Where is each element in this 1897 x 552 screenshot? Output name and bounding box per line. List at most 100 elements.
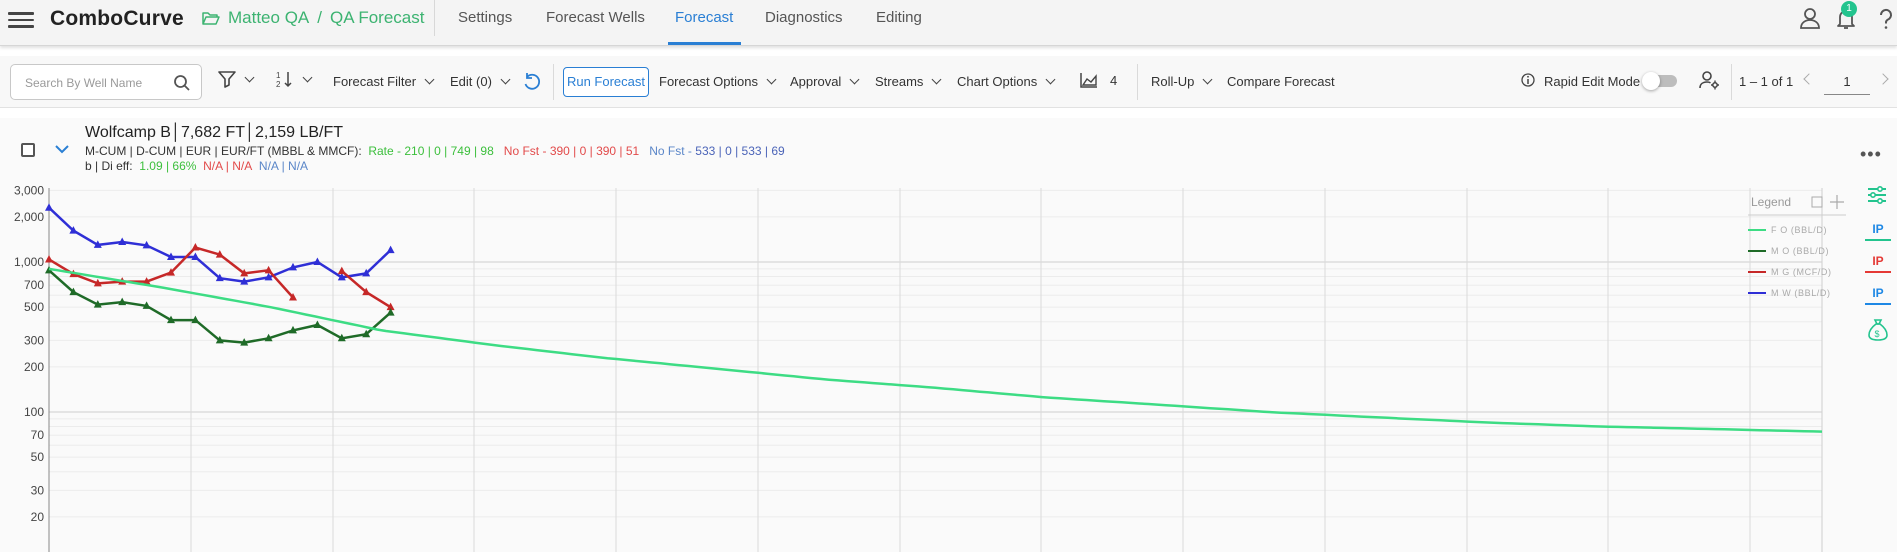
toolbar-divider	[1137, 64, 1138, 100]
undo-refresh-icon[interactable]	[523, 73, 541, 91]
notification-count-badge: 1	[1841, 1, 1857, 17]
legend-copy-icon[interactable]	[1811, 196, 1823, 208]
roll-up-dropdown[interactable]: Roll-Up	[1151, 74, 1213, 89]
legend-item-monthly-gas[interactable]: M G (MCF/D)	[1771, 267, 1832, 277]
ip-oil-button[interactable]: IP	[1865, 222, 1891, 241]
tab-settings[interactable]: Settings	[458, 9, 512, 26]
area-chart-icon	[1080, 73, 1097, 88]
forecast-options-dropdown[interactable]: Forecast Options	[659, 74, 777, 89]
legend-item-forecast-oil[interactable]: F O (BBL/D)	[1771, 225, 1827, 235]
ip-gas-button[interactable]: IP	[1865, 254, 1891, 273]
svg-text:1: 1	[276, 71, 281, 80]
forecast-toolbar: Search By Well Name 12 Forecast Filter E…	[0, 56, 1897, 108]
breadcrumb-scenario-link[interactable]: QA Forecast	[330, 8, 424, 28]
data-point-m-w-bbl-d[interactable]	[45, 203, 53, 211]
streams-dropdown[interactable]: Streams	[875, 74, 942, 89]
chart-count-selector[interactable]: 4	[1080, 72, 1117, 88]
y-tick-label: 200	[24, 360, 44, 374]
next-page-icon[interactable]	[1877, 73, 1889, 85]
money-bag-icon[interactable]: $	[1867, 318, 1889, 342]
chevron-down-icon	[1202, 74, 1213, 85]
legend-move-icon[interactable]	[1830, 195, 1844, 209]
breadcrumb-separator: /	[317, 8, 322, 27]
filter-dropdown[interactable]	[218, 70, 255, 88]
user-account-icon[interactable]	[1799, 6, 1821, 30]
metrics-label: M-CUM | D-CUM | EUR | EUR/FT (MBBL & MMC…	[85, 144, 362, 158]
no-forecast-values: 390 | 0 | 390 | 51	[549, 144, 640, 158]
rapid-edit-mode-toggle[interactable]	[1642, 72, 1677, 90]
data-point-m-w-bbl-d[interactable]	[386, 245, 395, 254]
more-options-icon[interactable]: •••	[1860, 144, 1882, 165]
nav-divider	[434, 0, 435, 36]
series-line-f-o-bbl-d	[48, 267, 1823, 433]
y-tick-label: 50	[31, 450, 45, 464]
legend-title: Legend	[1751, 195, 1791, 209]
app-logo[interactable]: ComboCurve	[50, 7, 184, 31]
forecast-filter-label: Forecast Filter	[333, 74, 417, 89]
tab-diagnostics[interactable]: Diagnostics	[765, 9, 843, 26]
legend-item-monthly-oil[interactable]: M O (BBL/D)	[1771, 246, 1829, 256]
y-tick-label: 100	[24, 405, 44, 419]
chart-count-value: 4	[1110, 72, 1118, 88]
breadcrumb-project-link[interactable]: Matteo QA	[228, 8, 309, 28]
pagination-range: 1 – 1 of 1	[1739, 74, 1794, 89]
y-tick-label: 700	[24, 278, 44, 292]
top-app-bar: ComboCurve Matteo QA / QA Forecast Setti…	[0, 0, 1897, 46]
y-tick-label: 30	[31, 483, 45, 497]
chart-settings-sliders-icon[interactable]	[1866, 184, 1888, 206]
legend-item-monthly-water[interactable]: M W (BBL/D)	[1771, 288, 1831, 298]
rapid-edit-mode-label: Rapid Edit Mode	[1544, 74, 1641, 89]
well-search-input[interactable]: Search By Well Name	[10, 64, 202, 100]
sort-numeric-icon: 12	[276, 71, 292, 88]
compare-forecast-button[interactable]: Compare Forecast	[1227, 74, 1335, 89]
chevron-down-icon	[424, 74, 435, 85]
data-point-m-g-mcf-d[interactable]	[337, 266, 346, 275]
no-forecast-label-2: No Fst -	[649, 144, 696, 158]
ip-water-button[interactable]: IP	[1865, 286, 1891, 305]
user-settings-icon[interactable]	[1699, 70, 1721, 90]
chevron-down-icon	[1045, 74, 1056, 85]
hamburger-menu-icon[interactable]	[8, 8, 34, 30]
chart-options-label: Chart Options	[957, 74, 1038, 89]
no-forecast-label: No Fst -	[503, 144, 550, 158]
page-number-input[interactable]: 1	[1824, 69, 1870, 95]
filter-funnel-icon	[218, 71, 236, 88]
chart-grid	[48, 188, 1823, 552]
chart-series	[45, 203, 1823, 433]
previous-page-icon[interactable]	[1803, 73, 1815, 85]
data-point-m-w-bbl-d[interactable]	[313, 257, 322, 266]
tab-editing[interactable]: Editing	[876, 9, 922, 26]
data-point-m-g-mcf-d[interactable]	[45, 254, 53, 263]
search-icon[interactable]	[173, 74, 191, 92]
sort-dropdown[interactable]: 12	[276, 70, 313, 88]
tab-forecast[interactable]: Forecast	[675, 9, 733, 26]
collapse-chevron-icon[interactable]	[54, 144, 70, 156]
no-forecast-values-2: 533 | 0 | 533 | 69	[695, 144, 785, 158]
well-header-title[interactable]: Wolfcamp B│7,682 FT│2,159 LB/FT	[85, 124, 343, 142]
chart-options-dropdown[interactable]: Chart Options	[957, 74, 1056, 89]
b-di-label: b | Di eff:	[85, 159, 133, 173]
b-di-oil-values: 1.09 | 66%	[139, 159, 197, 173]
y-tick-label: 300	[24, 333, 44, 347]
chart-legend[interactable]: Legend F O (BBL/D) M O (BBL/D) M G (MCF/…	[1748, 195, 1846, 298]
help-question-icon[interactable]	[1876, 8, 1896, 30]
svg-text:$: $	[1875, 329, 1880, 339]
y-tick-label: 20	[31, 510, 45, 524]
production-chart[interactable]: 3,000 2,000 1,000 700 500 300 200 100 70 50 30 20 L…	[0, 180, 1897, 552]
toggle-knob	[1642, 72, 1660, 90]
y-axis-ticks: 3,000 2,000 1,000 700 500 300 200 100 70 50 30 20	[14, 183, 44, 523]
well-select-checkbox[interactable]	[21, 143, 35, 157]
forecast-filter-dropdown[interactable]: Forecast Filter	[333, 74, 435, 89]
chevron-down-icon	[500, 74, 511, 85]
info-icon[interactable]	[1521, 73, 1535, 87]
approval-dropdown[interactable]: Approval	[790, 74, 860, 89]
folder-open-icon	[202, 12, 220, 25]
toolbar-divider	[553, 64, 554, 100]
y-tick-label: 2,000	[14, 210, 44, 224]
edit-dropdown[interactable]: Edit (0)	[450, 74, 511, 89]
edit-label: Edit (0)	[450, 74, 492, 89]
run-forecast-button[interactable]: Run Forecast	[563, 67, 649, 97]
data-point-m-g-mcf-d[interactable]	[191, 242, 200, 251]
chevron-down-icon	[931, 74, 942, 85]
tab-forecast-wells[interactable]: Forecast Wells	[546, 9, 645, 26]
